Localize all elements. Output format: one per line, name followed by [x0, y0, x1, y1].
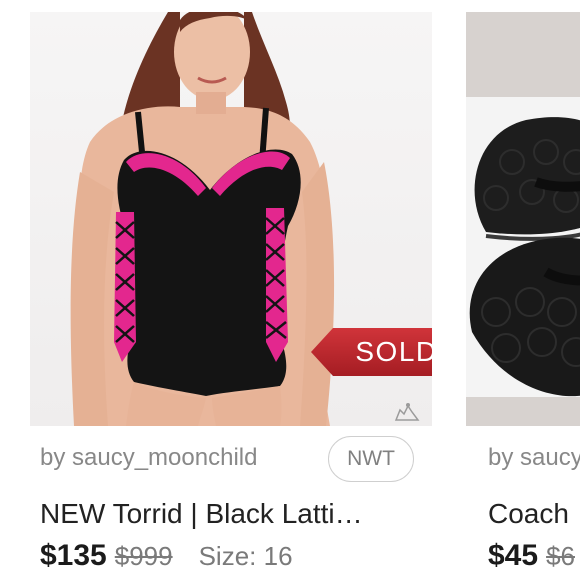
listing-size: Size: 16: [198, 541, 293, 571]
listing-card[interactable]: by saucy Coach $45 $6: [466, 0, 580, 580]
original-price: $999: [114, 541, 173, 571]
price-row: $45 $6: [488, 539, 575, 573]
price-row: $135 $999 Size: 16: [40, 539, 293, 573]
share-icon[interactable]: [394, 400, 420, 427]
original-price: $6: [546, 541, 575, 571]
sandals-image: [466, 12, 580, 426]
nwt-badge: NWT: [328, 436, 414, 482]
listing-title[interactable]: Coach: [488, 498, 569, 530]
listing-price: $45: [488, 539, 539, 572]
listing-card[interactable]: SOLD by saucy_moonchild NWT NEW Torrid |…: [30, 0, 432, 580]
listing-photo[interactable]: [466, 12, 580, 426]
sold-ribbon: SOLD: [311, 328, 432, 376]
listing-title[interactable]: NEW Torrid | Black Latti…: [40, 498, 363, 530]
listing-price: $135: [40, 539, 107, 572]
sold-label: SOLD: [355, 336, 432, 367]
seller-name[interactable]: by saucy: [488, 444, 580, 472]
seller-name[interactable]: by saucy_moonchild: [40, 444, 257, 472]
